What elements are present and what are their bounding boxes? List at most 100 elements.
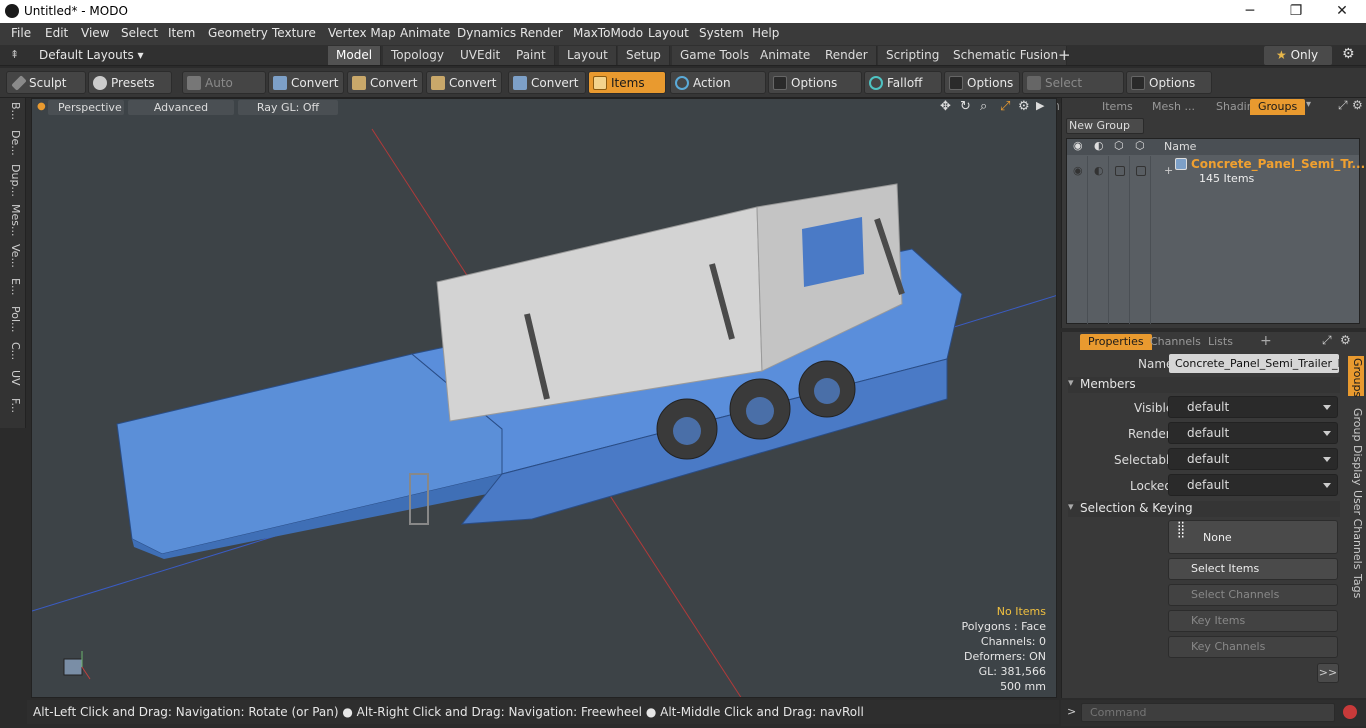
record-icon[interactable] xyxy=(1341,703,1359,721)
vtab-curve[interactable]: C... xyxy=(4,342,22,360)
auto-select-button[interactable]: Auto Select xyxy=(182,71,266,113)
sidetab-tags[interactable]: Tags xyxy=(1348,574,1364,598)
raygl-toggle[interactable]: Ray GL: Off xyxy=(238,100,338,115)
select-items-button[interactable]: Select Items xyxy=(1168,558,1338,580)
expand-plus-icon[interactable]: + xyxy=(1164,164,1173,177)
falloff-button[interactable]: Falloff xyxy=(864,71,942,94)
tab-scripting[interactable]: Scripting xyxy=(878,46,949,65)
layout-toggle-icon[interactable]: ⇞ xyxy=(10,48,19,61)
key-items-button[interactable]: Key Items xyxy=(1168,610,1338,632)
menu-edit[interactable]: Edit xyxy=(45,26,68,40)
vtab-polygon[interactable]: Pol... xyxy=(4,306,22,333)
convert-button-4[interactable]: Convert xyxy=(508,71,586,94)
select-through-button[interactable]: Select Through xyxy=(1022,71,1124,113)
more-button[interactable]: >> xyxy=(1317,663,1339,683)
tab-game-tools[interactable]: Game Tools xyxy=(672,46,759,65)
menu-item[interactable]: Item xyxy=(168,26,195,40)
sidetab-user-channels[interactable]: User Channels xyxy=(1348,490,1364,569)
sidetab-groups[interactable]: Groups xyxy=(1348,356,1364,397)
lock-checkbox[interactable] xyxy=(1115,166,1125,176)
viewport-gear-icon[interactable]: ⚙ xyxy=(1018,99,1030,114)
panel-gear-icon[interactable]: ⚙ xyxy=(1352,98,1363,112)
select-channels-button[interactable]: Select Channels xyxy=(1168,584,1338,606)
none-selector[interactable]: ⁝⁝ ⁝⁝ None xyxy=(1168,520,1338,554)
action-center-button[interactable]: Action Center xyxy=(670,71,766,113)
tab-model[interactable]: Model xyxy=(328,46,382,65)
props-gear-icon[interactable]: ⚙ xyxy=(1340,333,1351,347)
tab-animate[interactable]: Animate xyxy=(752,46,820,65)
vtab-uv[interactable]: UV xyxy=(4,370,22,386)
convert-button-1[interactable]: Convert xyxy=(268,71,344,94)
group-row[interactable]: ◉ ◐ + Concrete_Panel_Semi_Tr... 145 Item… xyxy=(1067,156,1365,186)
zoom-icon[interactable]: ⌕ xyxy=(980,99,987,114)
maximize-button[interactable]: ❐ xyxy=(1273,0,1319,23)
menu-texture[interactable]: Texture xyxy=(272,26,316,40)
visible-dropdown[interactable]: default xyxy=(1168,396,1338,418)
items-mode-button[interactable]: Items xyxy=(588,71,666,94)
tab-properties[interactable]: Properties xyxy=(1080,334,1152,350)
panel-expand-icon[interactable]: ⤢ xyxy=(1338,98,1348,113)
default-layouts-dropdown[interactable]: Default Layouts ▾ xyxy=(39,48,144,62)
menu-animate[interactable]: Animate xyxy=(400,26,450,40)
fit-icon[interactable]: ⤢ xyxy=(1000,99,1010,114)
perspective-dropdown[interactable]: Perspective xyxy=(48,100,124,115)
tab-paint[interactable]: Paint xyxy=(508,46,555,65)
menu-help[interactable]: Help xyxy=(752,26,779,40)
sidetab-group-display[interactable]: Group Display xyxy=(1348,408,1364,486)
tab-render[interactable]: Render xyxy=(817,46,877,65)
command-expand-icon[interactable]: > xyxy=(1067,705,1076,718)
vtab-deform[interactable]: De... xyxy=(4,130,22,156)
selection-keying-section-header[interactable]: Selection & Keying xyxy=(1068,500,1340,517)
tab-items[interactable]: Items xyxy=(1094,99,1141,115)
menu-file[interactable]: File xyxy=(11,26,31,40)
members-section-header[interactable]: Members xyxy=(1068,376,1340,393)
tab-channels[interactable]: Channels xyxy=(1142,334,1209,350)
tab-groups[interactable]: Groups xyxy=(1250,99,1306,115)
render-toggle-icon[interactable]: ◐ xyxy=(1094,164,1104,177)
close-button[interactable]: ✕ xyxy=(1319,0,1365,23)
gear-icon[interactable]: ⚙ xyxy=(1342,46,1355,62)
vtab-edge[interactable]: E... xyxy=(4,278,22,295)
sculpt-button[interactable]: Sculpt xyxy=(6,71,86,94)
tab-layout[interactable]: Layout xyxy=(559,46,617,65)
rotate-icon[interactable]: ↻ xyxy=(960,99,971,114)
props-expand-icon[interactable]: ⤢ xyxy=(1322,333,1332,348)
menu-view[interactable]: View xyxy=(81,26,109,40)
tab-lists[interactable]: Lists xyxy=(1200,334,1241,350)
vtab-fusion[interactable]: F... xyxy=(4,398,22,413)
menu-layout[interactable]: Layout xyxy=(648,26,689,40)
select-checkbox[interactable] xyxy=(1136,166,1146,176)
menu-vertex-map[interactable]: Vertex Map xyxy=(328,26,396,40)
command-input[interactable] xyxy=(1081,703,1335,722)
3d-viewport[interactable]: ● Perspective Advanced Ray GL: Off ✥ ↻ ⌕… xyxy=(31,98,1057,698)
menu-render[interactable]: Render xyxy=(520,26,563,40)
options-button-3[interactable]: Options xyxy=(1126,71,1212,94)
panel-menu-chevron-icon[interactable]: ▾ xyxy=(1306,99,1311,110)
vtab-duplicate[interactable]: Dup... xyxy=(4,164,22,197)
new-group-button[interactable]: New Group xyxy=(1066,118,1144,134)
add-tab-icon[interactable]: + xyxy=(1058,46,1071,64)
render-dropdown[interactable]: default xyxy=(1168,422,1338,444)
tab-uvedit[interactable]: UVEdit xyxy=(452,46,510,65)
options-button-2[interactable]: Options xyxy=(944,71,1020,94)
menu-dynamics[interactable]: Dynamics xyxy=(457,26,516,40)
vtab-basic[interactable]: B... xyxy=(4,102,22,120)
viewport-more-icon[interactable]: ▶ xyxy=(1036,99,1044,112)
add-tab-icon-props[interactable]: + xyxy=(1260,333,1272,349)
minimize-button[interactable]: ─ xyxy=(1227,0,1273,23)
presets-button[interactable]: Presets F6 xyxy=(88,71,172,113)
options-button-1[interactable]: Options xyxy=(768,71,862,94)
menu-maxtomodo[interactable]: MaxToModo xyxy=(573,26,643,40)
tab-mesh[interactable]: Mesh ... xyxy=(1144,99,1203,115)
vtab-mesh-edit[interactable]: Mes... xyxy=(4,204,22,236)
group-name[interactable]: Concrete_Panel_Semi_Tr... xyxy=(1191,157,1365,171)
menu-system[interactable]: System xyxy=(699,26,744,40)
convert-button-3[interactable]: Convert xyxy=(426,71,502,94)
selectable-dropdown[interactable]: default xyxy=(1168,448,1338,470)
menu-select[interactable]: Select xyxy=(121,26,158,40)
visibility-toggle-icon[interactable]: ◉ xyxy=(1073,164,1083,177)
vtab-vertex[interactable]: Ve... xyxy=(4,244,22,268)
tab-setup[interactable]: Setup xyxy=(618,46,670,65)
locked-dropdown[interactable]: default xyxy=(1168,474,1338,496)
tab-topology[interactable]: Topology xyxy=(383,46,453,65)
